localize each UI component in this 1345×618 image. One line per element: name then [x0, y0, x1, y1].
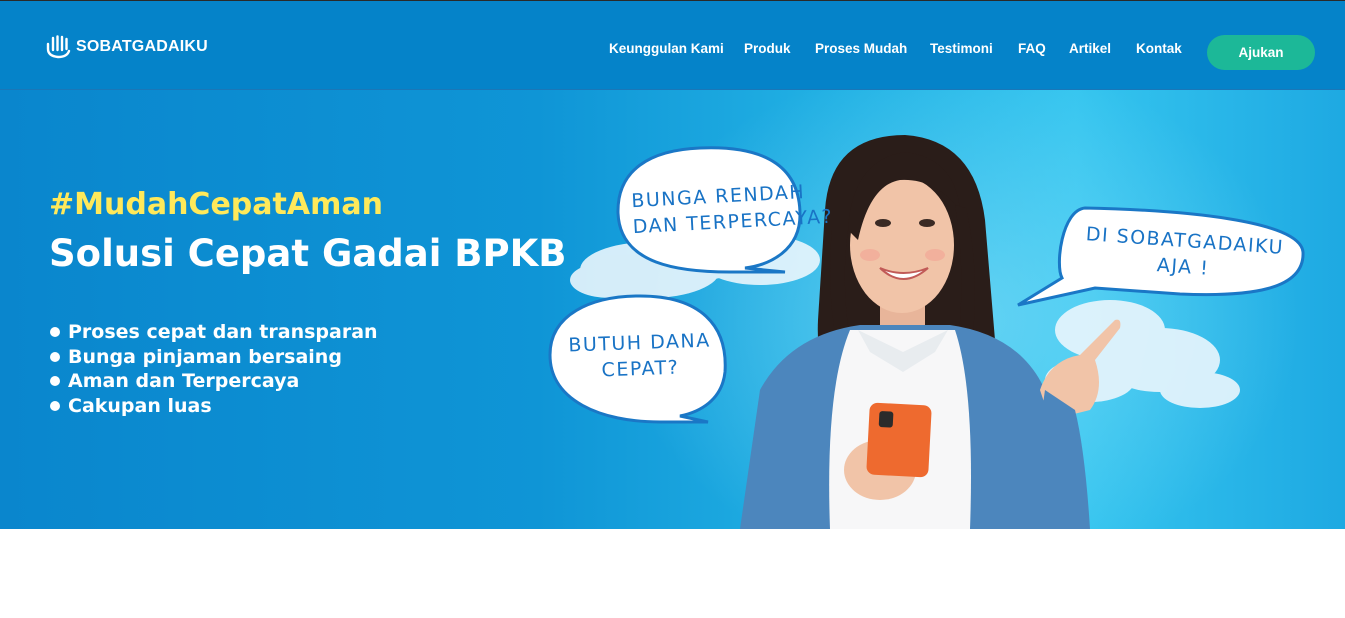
brand-name: SOBATGADAIKU: [76, 38, 208, 55]
nav-link-faq[interactable]: FAQ: [1018, 41, 1046, 56]
benefit-item: Aman dan Terpercaya: [50, 369, 378, 394]
bullet-dot-icon: [50, 351, 60, 362]
nav-link-keunggulan[interactable]: Keunggulan Kami: [609, 41, 724, 56]
nav-link-produk[interactable]: Produk: [744, 41, 791, 56]
nav-link-testimoni[interactable]: Testimoni: [930, 41, 993, 56]
benefit-item: Bunga pinjaman bersaing: [50, 345, 378, 370]
hand-stripes-icon: [45, 35, 73, 59]
hero-illustration: [548, 90, 1305, 529]
bubble-2-text: BUTUH DANA CEPAT?: [568, 329, 712, 382]
top-navbar: SOBATGADAIKU Keunggulan Kami Produk Pros…: [0, 0, 1345, 90]
benefit-item: Cakupan luas: [50, 394, 378, 419]
bullet-dot-icon: [50, 400, 60, 411]
bullet-dot-icon: [50, 376, 60, 387]
bullet-dot-icon: [50, 327, 60, 338]
nav-link-kontak[interactable]: Kontak: [1136, 41, 1182, 56]
nav-link-artikel[interactable]: Artikel: [1069, 41, 1111, 56]
hero-headline: Solusi Cepat Gadai BPKB: [49, 232, 567, 275]
benefit-item: Proses cepat dan transparan: [50, 320, 378, 345]
benefit-list: Proses cepat dan transparan Bunga pinjam…: [50, 320, 378, 418]
brand-logo[interactable]: SOBATGADAIKU: [45, 34, 208, 60]
hero-banner: #MudahCepatAman Solusi Cepat Gadai BPKB …: [0, 90, 1345, 529]
hero-tagline: #MudahCepatAman: [49, 187, 383, 222]
ajukan-button[interactable]: Ajukan: [1207, 35, 1315, 70]
bubble-1-text: BUNGA RENDAH DAN TERPERCAYA?: [630, 181, 834, 239]
nav-link-proses[interactable]: Proses Mudah: [815, 41, 907, 56]
